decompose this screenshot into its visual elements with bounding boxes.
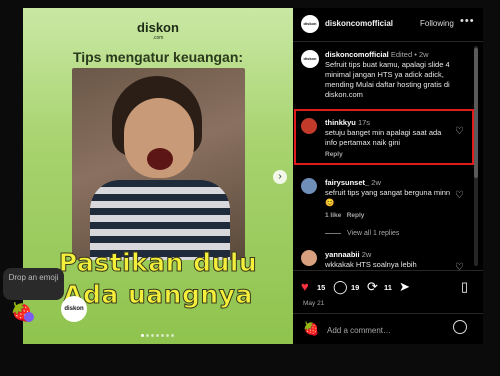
caption-sep: •	[414, 50, 417, 59]
carousel-dot	[166, 334, 169, 337]
header-username[interactable]: diskoncomofficial	[325, 19, 393, 28]
carousel-dot	[171, 334, 174, 337]
comment-reply-button[interactable]: Reply	[325, 151, 343, 158]
comment-bubble-icon[interactable]: ◯	[333, 279, 348, 295]
replies-line	[325, 232, 341, 234]
more-options-icon[interactable]: •••	[460, 15, 475, 27]
like-heart-icon[interactable]: ♡	[455, 190, 464, 201]
comments-panel: diskon diskoncomofficial Following ••• d…	[293, 8, 483, 344]
chevron-right-icon: ›	[278, 171, 282, 182]
following-button[interactable]: Following	[420, 19, 454, 28]
likes-count: 15	[317, 283, 326, 292]
comment-username[interactable]: yannaabii	[325, 250, 360, 259]
drop-emoji-tooltip: Drop an emoji	[3, 268, 64, 300]
comment-text: sefruit tips yang sangat berguna minn 😊	[325, 188, 451, 207]
like-heart-filled-icon[interactable]: ♥	[301, 279, 309, 294]
post-header: diskon diskoncomofficial Following •••	[293, 8, 483, 42]
comment-body: fairysunset_ 2w sefruit tips yang sangat…	[325, 178, 451, 208]
comments-count: 19	[351, 283, 360, 292]
media-brand: diskon	[137, 20, 179, 35]
comment-age: 2w	[371, 178, 381, 187]
comment-text: setuju banget min apalagi saat ada info …	[325, 128, 442, 147]
carousel-dot	[156, 334, 159, 337]
reposts-count: 11	[384, 283, 392, 292]
comment-reply-button[interactable]: Reply	[347, 212, 365, 219]
action-bar: ♥ 15 ◯ 19 ⟳ 11 ➤ ▯ May 21	[293, 270, 483, 311]
comment-username[interactable]: thinkkyu	[325, 118, 356, 127]
like-heart-icon[interactable]: ♡	[455, 126, 464, 137]
view-replies-label: View all 1 replies	[347, 230, 400, 237]
comment-username[interactable]: fairysunset_	[325, 178, 369, 187]
post-date: May 21	[303, 300, 325, 307]
comment-avatar[interactable]	[301, 250, 317, 266]
media-headline: Tips mengatur keuangan:	[72, 49, 244, 65]
comments-scrollbar-thumb[interactable]	[474, 48, 478, 178]
add-comment-input[interactable]: Add a comment…	[327, 326, 391, 335]
comment-text: wkkakak HTS soalnya lebih menantang 😂	[325, 260, 417, 269]
bookmark-icon[interactable]: ▯	[461, 279, 468, 295]
comment-age: 17s	[357, 118, 371, 127]
post-caption: diskoncomofficial Edited • 2w Sefruit ti…	[325, 50, 465, 100]
comments-list[interactable]: diskon diskoncomofficial Edited • 2w Sef…	[293, 42, 483, 270]
caption-text: Sefruit tips buat kamu, apalagi slide 4 …	[325, 60, 450, 99]
media-brand-sub: .com	[152, 35, 164, 41]
instagram-post: diskon .com Tips mengatur keuangan: Past…	[23, 8, 483, 344]
caption-age: 2w	[418, 50, 429, 59]
comment-body: thinkkyu 17s setuju banget min apalagi s…	[325, 118, 451, 148]
emoji-badge-icon	[24, 312, 34, 322]
comment-avatar[interactable]	[301, 178, 317, 194]
post-photo	[72, 68, 245, 260]
user-emoji-avatar-icon[interactable]: 🍓	[303, 321, 319, 337]
caption-edited: Edited	[390, 50, 413, 59]
media-logo: diskon	[61, 296, 87, 322]
add-comment-bar: 🍓 Add a comment…	[293, 313, 483, 345]
photo-mouth	[147, 148, 173, 170]
carousel-dots	[141, 334, 174, 337]
emoji-picker-icon[interactable]	[453, 320, 467, 334]
share-send-icon[interactable]: ➤	[399, 279, 410, 295]
carousel-dot	[146, 334, 149, 337]
comment-age: 2w	[361, 250, 372, 259]
view-replies-button[interactable]: View all 1 replies	[325, 230, 399, 237]
header-avatar[interactable]: diskon	[301, 15, 319, 33]
comment-likes[interactable]: 1 like	[325, 212, 341, 219]
carousel-dot	[151, 334, 154, 337]
caption-username[interactable]: diskoncomofficial	[325, 50, 389, 59]
like-heart-icon[interactable]: ♡	[455, 262, 464, 270]
comment-meta: 1 like Reply	[325, 212, 364, 219]
comment-avatar[interactable]	[301, 118, 317, 134]
repost-icon[interactable]: ⟳	[367, 279, 378, 295]
carousel-dot	[141, 334, 144, 337]
caption-avatar[interactable]: diskon	[301, 50, 319, 68]
carousel-dot	[161, 334, 164, 337]
next-slide-button[interactable]: ›	[273, 170, 287, 184]
comment-body: yannaabii 2w wkkakak HTS soalnya lebih m…	[325, 250, 451, 270]
